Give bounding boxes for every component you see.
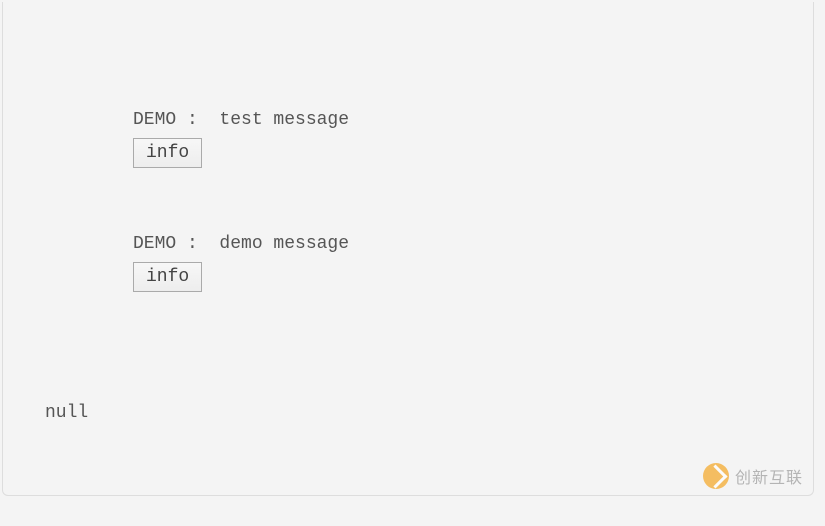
null-text: null [45, 403, 88, 423]
demo-block-1: DEMO : test message info [133, 110, 813, 168]
content-area: DEMO : test message info DEMO : demo mes… [3, 2, 813, 292]
info-button-2[interactable]: info [133, 262, 202, 292]
main-container: DEMO : test message info DEMO : demo mes… [2, 2, 814, 496]
info-button-1[interactable]: info [133, 138, 202, 168]
watermark-icon [703, 463, 729, 489]
demo-label-2: DEMO : demo message [133, 234, 813, 254]
watermark: 创新互联 [703, 463, 803, 489]
watermark-text: 创新互联 [735, 464, 803, 488]
demo-block-2: DEMO : demo message info [133, 234, 813, 292]
demo-label-1: DEMO : test message [133, 110, 813, 130]
